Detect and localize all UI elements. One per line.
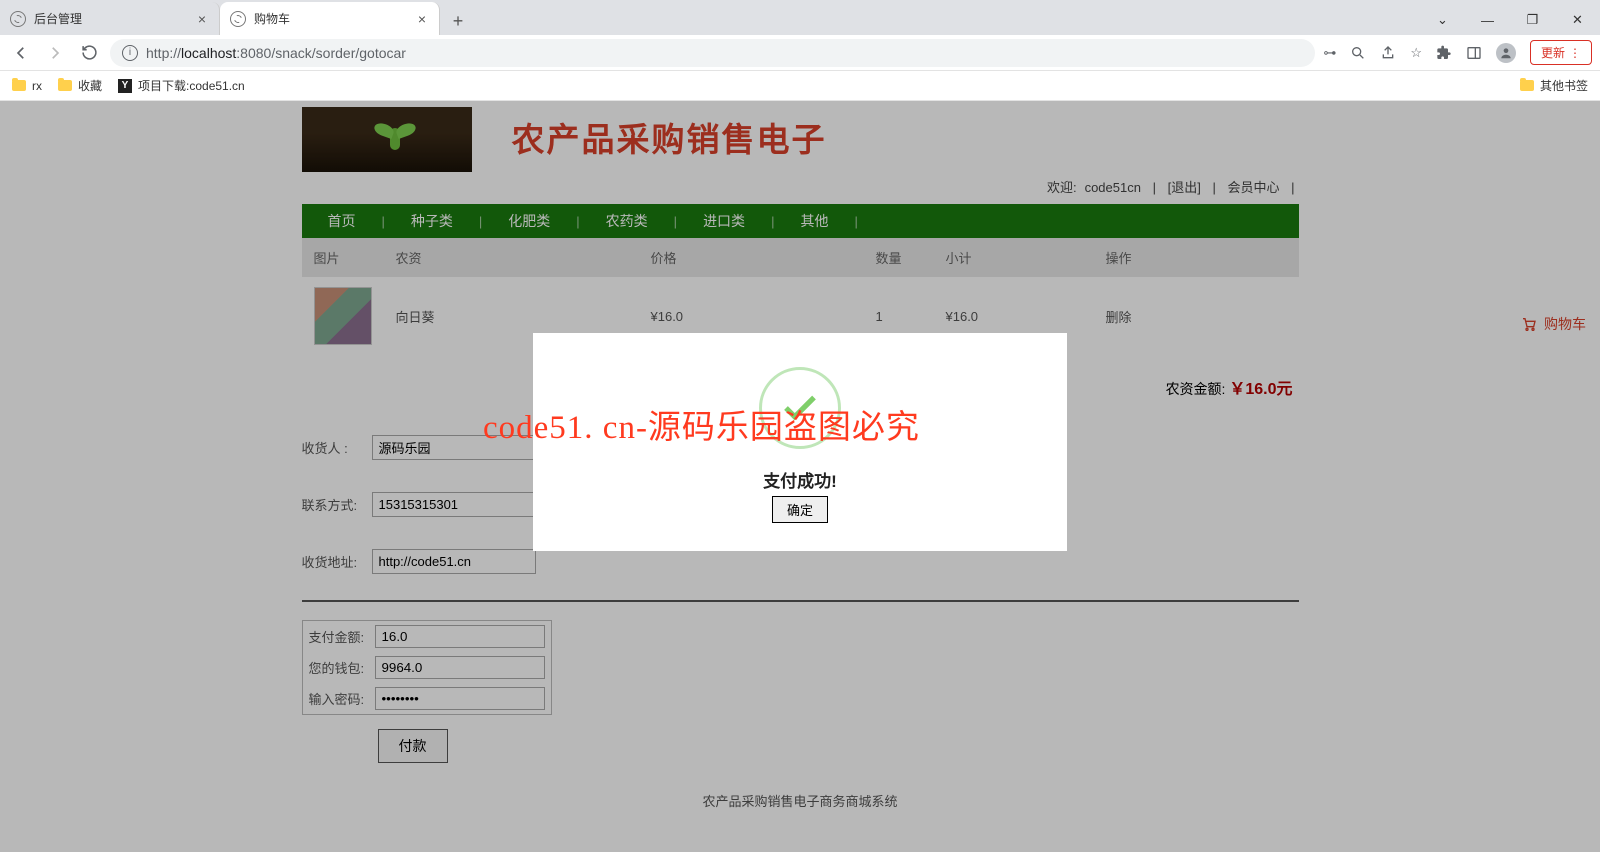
bookmarks-bar: rx 收藏 Y项目下载:code51.cn 其他书签 [0,71,1600,101]
modal-message: 支付成功! [763,467,837,492]
close-icon[interactable]: × [415,12,429,26]
star-icon[interactable]: ☆ [1410,45,1422,61]
chevron-down-icon[interactable]: ⌄ [1420,5,1465,35]
browser-tabstrip: 后台管理 × 购物车 × + ⌄ — ❐ ✕ [0,0,1600,35]
zoom-icon[interactable] [1350,45,1366,61]
watermark-text: code51. cn-源码乐园盗图必究 [483,400,920,448]
address-bar[interactable]: i http://localhost:8080/snack/sorder/got… [110,39,1315,67]
profile-avatar[interactable] [1496,43,1516,63]
globe-icon [10,11,26,27]
folder-icon [58,80,72,91]
other-bookmarks[interactable]: 其他书签 [1520,77,1588,94]
close-window-icon[interactable]: ✕ [1555,5,1600,35]
panel-icon[interactable] [1466,45,1482,61]
tab-admin[interactable]: 后台管理 × [0,2,220,35]
browser-toolbar: i http://localhost:8080/snack/sorder/got… [0,35,1600,71]
extensions-icon[interactable] [1436,45,1452,61]
tab-title: 购物车 [254,10,407,27]
folder-icon [1520,80,1534,91]
bookmark-fav[interactable]: 收藏 [58,77,102,94]
close-icon[interactable]: × [195,12,209,26]
site-icon: Y [118,79,132,93]
window-controls: ⌄ — ❐ ✕ [1420,5,1600,35]
share-icon[interactable] [1380,45,1396,61]
back-button[interactable] [8,40,34,66]
forward-button[interactable] [42,40,68,66]
globe-icon [230,11,246,27]
maximize-icon[interactable]: ❐ [1510,5,1555,35]
url-text: http://localhost:8080/snack/sorder/gotoc… [146,45,406,61]
reload-button[interactable] [76,40,102,66]
site-info-icon[interactable]: i [122,45,138,61]
tab-title: 后台管理 [34,10,187,27]
folder-icon [12,80,26,91]
new-tab-button[interactable]: + [444,7,472,35]
key-icon[interactable]: ⊶ [1323,45,1336,61]
modal-ok-button[interactable]: 确定 [772,496,828,523]
bookmark-rx[interactable]: rx [12,79,42,93]
update-button[interactable]: 更新⋮ [1530,40,1592,65]
minimize-icon[interactable]: — [1465,5,1510,35]
tab-cart[interactable]: 购物车 × [220,2,440,35]
bookmark-code51[interactable]: Y项目下载:code51.cn [118,77,245,94]
